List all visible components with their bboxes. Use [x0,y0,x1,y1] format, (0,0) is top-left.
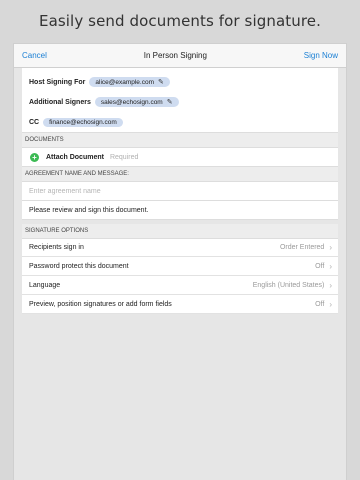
host-signing-row: Host Signing For alice@example.com ✎ [22,72,338,92]
additional-signers-label: Additional Signers [29,98,91,106]
host-email-chip[interactable]: alice@example.com ✎ [89,77,170,87]
chevron-right-icon: › [329,243,332,252]
additional-email: sales@echosign.com [100,98,163,106]
option-value: Off [315,262,325,270]
recipients-panel: Host Signing For alice@example.com ✎ Add… [22,68,338,133]
additional-email-chip[interactable]: sales@echosign.com ✎ [94,97,179,107]
option-recipients-sign-in[interactable]: Recipients sign in Order Entered › [22,238,338,257]
required-hint: Required [109,153,139,161]
pencil-icon[interactable]: ✎ [167,98,173,106]
option-value: English (United States) [252,281,325,289]
option-label: Preview, position signatures or add form… [29,300,172,308]
chevron-right-icon: › [329,299,332,309]
host-signing-label: Host Signing For [29,78,86,86]
cc-label: CC [29,118,40,126]
option-value: Order Entered [279,244,325,251]
option-value: Off [315,300,325,308]
add-icon[interactable]: + [30,152,39,162]
option-label: Language [29,281,61,289]
nav-title: In Person Signing [143,51,207,60]
option-label: Recipients sign in [29,244,84,251]
documents-header: DOCUMENTS [22,133,338,147]
sign-now-button[interactable]: Sign Now [304,51,338,60]
attach-document-label: Attach Document [46,153,104,161]
cc-row: CC finance@echosign.com [22,112,338,132]
chevron-right-icon: › [329,280,332,290]
agreement-name-input[interactable] [29,187,338,195]
headline: Easily send documents for signature. [39,12,321,30]
option-language[interactable]: Language English (United States) › [22,276,338,295]
attach-document-row[interactable]: + Attach Document Required [22,147,338,167]
cc-email: finance@echosign.com [49,118,117,126]
message-text: Please review and sign this document. [29,206,149,214]
navigation-bar: Cancel In Person Signing Sign Now [14,44,346,68]
cc-email-chip[interactable]: finance@echosign.com [43,117,123,127]
chevron-right-icon: › [329,261,332,271]
message-row[interactable]: Please review and sign this document. [22,200,338,220]
signature-options-header: SIGNATURE OPTIONS [22,224,338,238]
option-preview-position[interactable]: Preview, position signatures or add form… [22,295,338,314]
cancel-button[interactable]: Cancel [22,51,47,60]
pencil-icon[interactable]: ✎ [158,78,164,86]
agreement-header: AGREEMENT NAME AND MESSAGE: [22,167,338,181]
option-password-protect[interactable]: Password protect this document Off › [22,257,338,276]
signature-options-list: Recipients sign in Order Entered › Passwo… [22,238,338,314]
ipad-screen: Cancel In Person Signing Sign Now Host S… [14,44,346,480]
option-label: Password protect this document [29,262,129,270]
host-email: alice@example.com [95,78,155,86]
agreement-name-row [22,181,338,200]
additional-signers-row: Additional Signers sales@echosign.com ✎ [22,92,338,112]
